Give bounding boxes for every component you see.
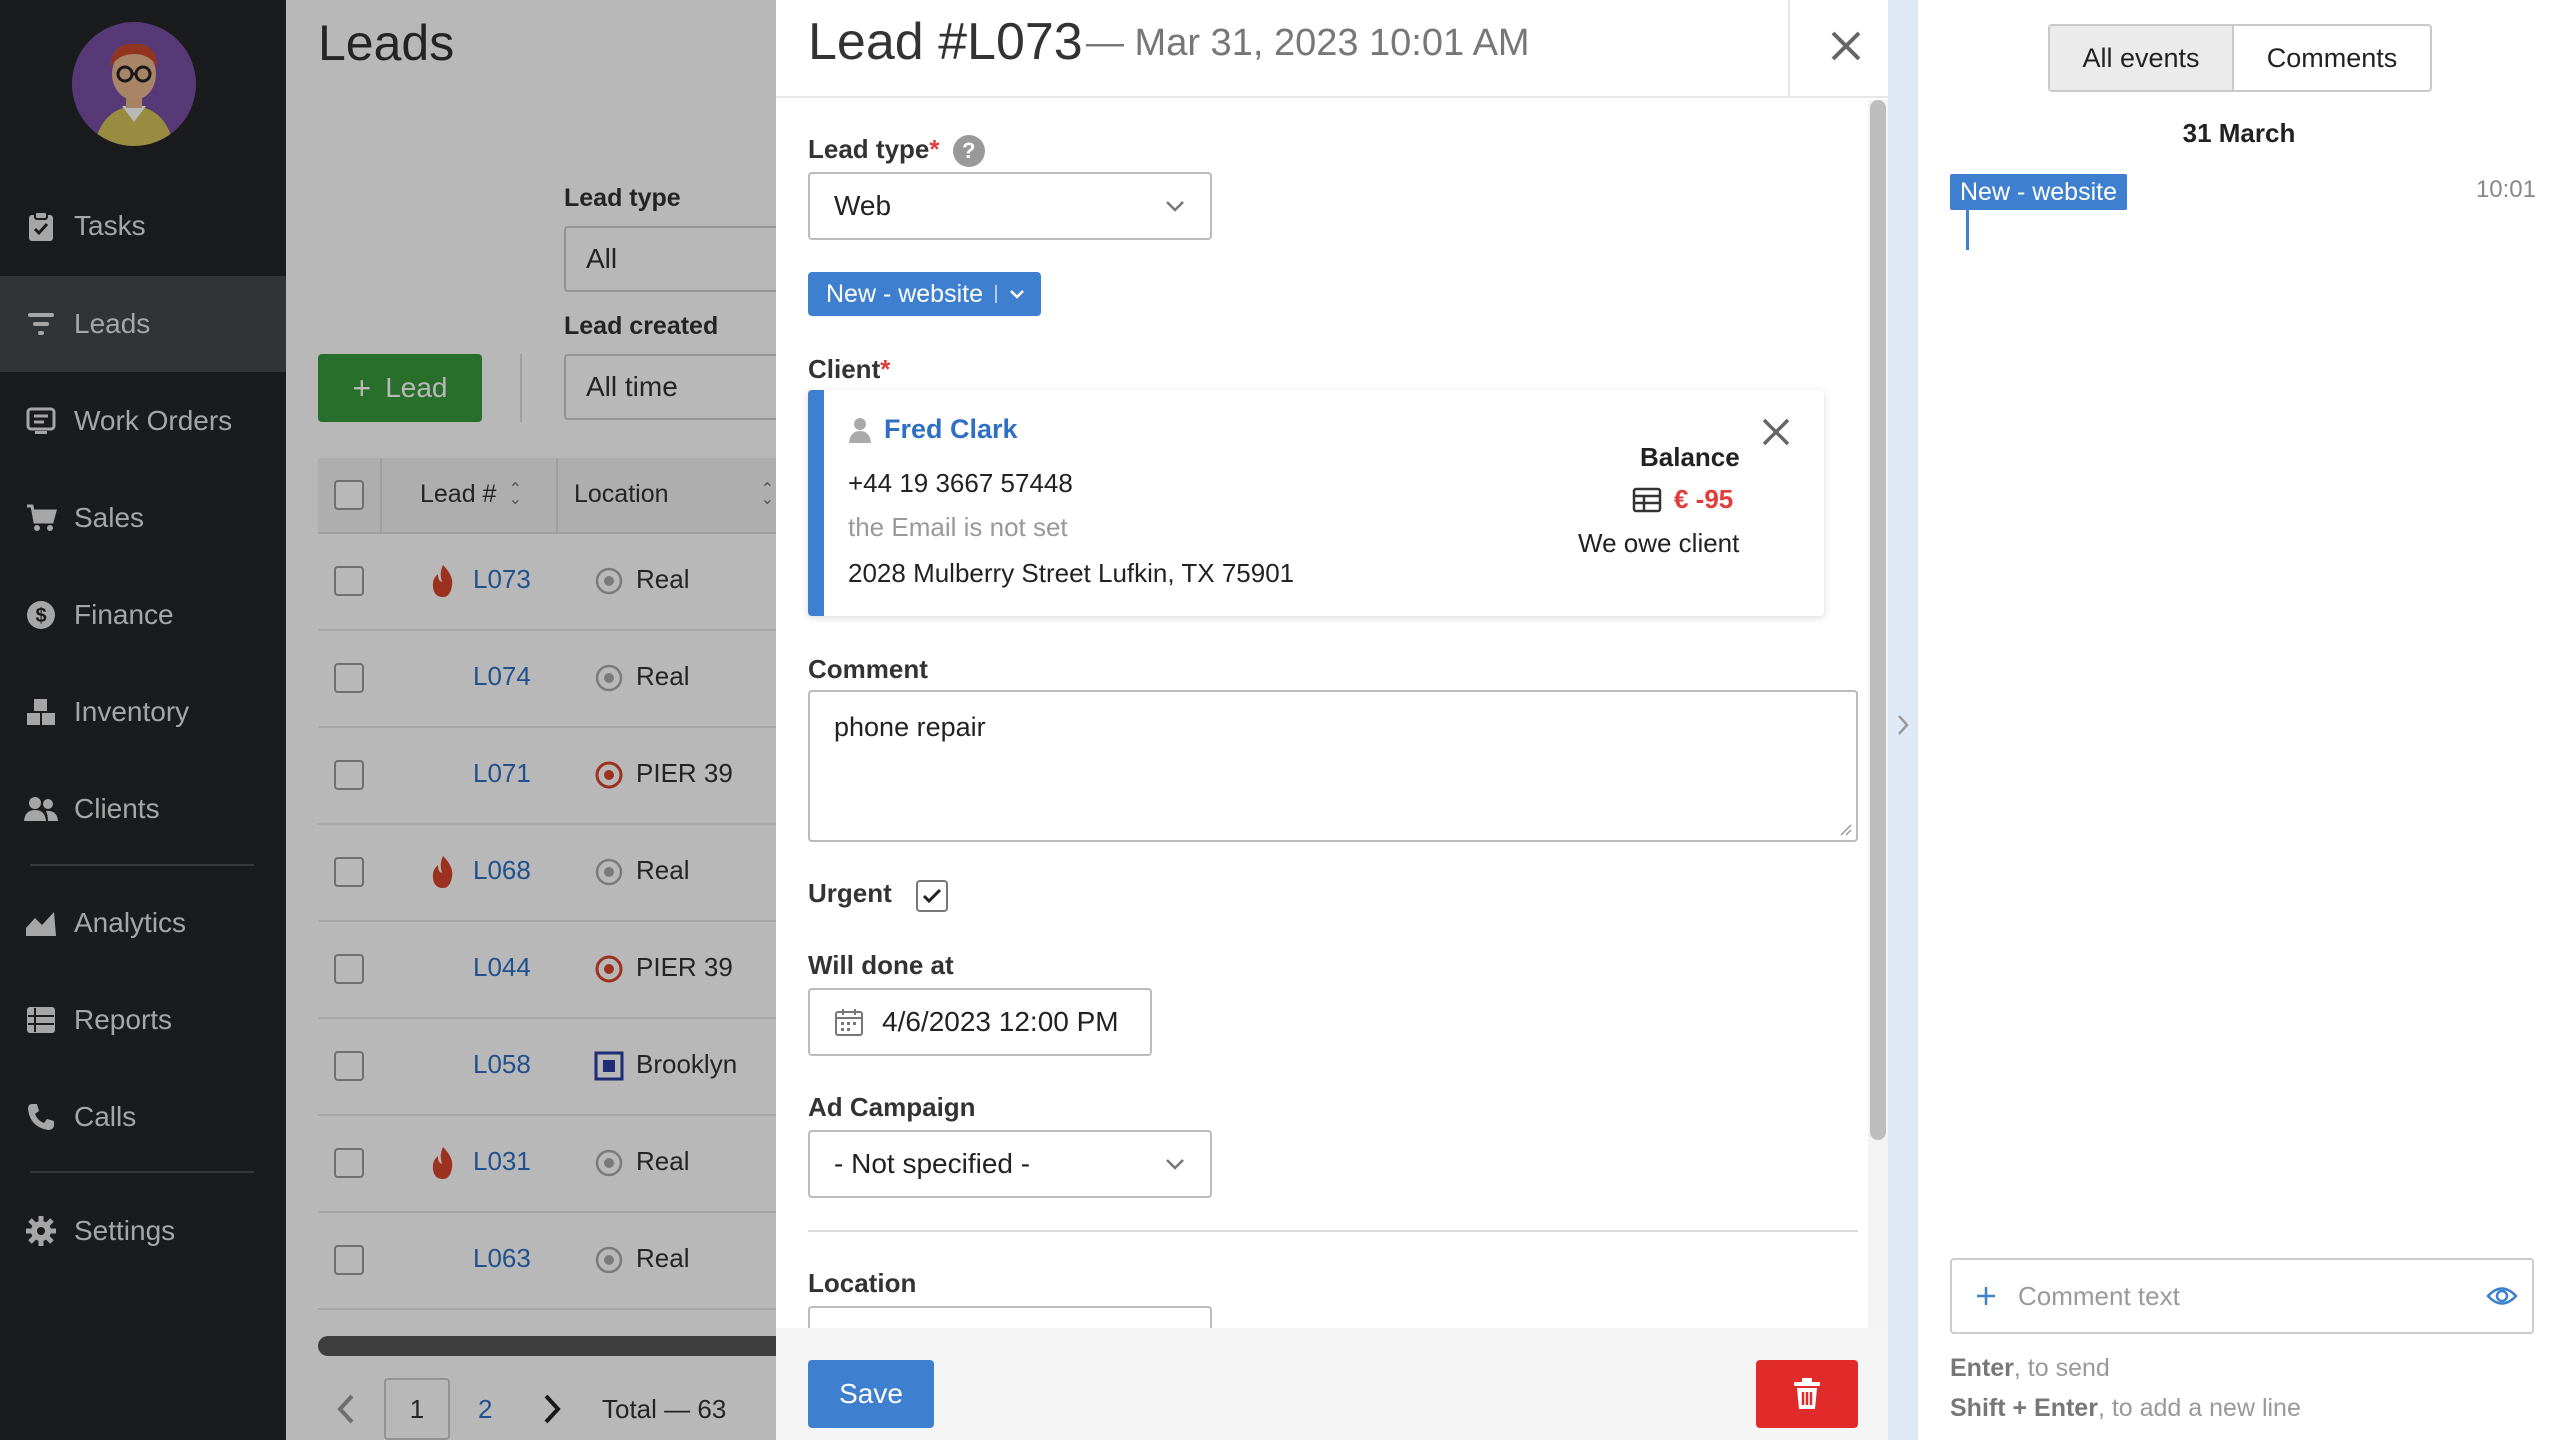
chevron-down-icon <box>1166 1159 1184 1170</box>
trash-icon <box>1794 1378 1820 1409</box>
person-icon <box>849 417 871 443</box>
event-time: 10:01 <box>2475 176 2536 203</box>
comment-input[interactable]: Comment text <box>1950 1258 2534 1334</box>
close-icon <box>1831 31 1861 61</box>
checkmark-icon <box>922 888 942 904</box>
lead-type-select[interactable]: Web <box>808 172 1212 240</box>
modal-subtitle: — Mar 31, 2023 10:01 AM <box>1086 22 1530 64</box>
lead-edit-modal: Lead #L073 — Mar 31, 2023 10:01 AM Lead … <box>776 0 1888 1440</box>
send-hint-text: , to send <box>2013 1354 2110 1382</box>
events-panel: All events Comments 31 March New - websi… <box>1918 0 2560 1440</box>
events-panel-toggle[interactable] <box>1888 0 1918 1440</box>
lead-type-label-text: Lead type <box>808 134 930 164</box>
balance-value: € -95 <box>1632 484 1733 515</box>
newline-hint-key: Shift + Enter <box>1950 1394 2098 1422</box>
newline-hint-text: , to add a new line <box>2097 1394 2301 1422</box>
chevron-right-icon <box>1898 715 1909 735</box>
event-status-badge: New - website <box>1950 174 2127 210</box>
lead-type-value: Web <box>834 190 892 221</box>
tab-comments[interactable]: Comments <box>2234 26 2430 90</box>
modal-footer: Save <box>776 1328 1888 1440</box>
will-done-label: Will done at <box>808 950 954 980</box>
plus-icon[interactable] <box>1958 1284 2014 1308</box>
event-timeline-line <box>1966 210 1969 250</box>
modal-header: Lead #L073 — Mar 31, 2023 10:01 AM <box>776 0 1888 98</box>
comment-label: Comment <box>808 654 928 684</box>
save-button[interactable]: Save <box>808 1360 934 1428</box>
urgent-label: Urgent <box>808 878 892 908</box>
required-marker: * <box>929 134 940 164</box>
comment-textarea[interactable]: phone repair <box>808 690 1858 842</box>
send-hint: Enter, to send <box>1950 1354 2110 1383</box>
tab-all-events[interactable]: All events <box>2050 26 2234 90</box>
save-button-label: Save <box>839 1378 903 1409</box>
client-card: Fred Clark +44 19 3667 57448 the Email i… <box>808 390 1824 616</box>
eye-icon[interactable] <box>2472 1285 2532 1307</box>
send-hint-key: Enter <box>1950 1354 2014 1382</box>
resize-handle-icon[interactable] <box>1838 822 1852 836</box>
lead-status-label: New - website <box>826 279 983 308</box>
delete-button[interactable] <box>1756 1360 1858 1428</box>
lead-type-label: Lead type* ? <box>808 134 985 168</box>
section-divider <box>808 1230 1858 1232</box>
modal-title: Lead #L073 <box>808 13 1083 71</box>
lead-status-dropdown[interactable]: New - website <box>808 272 1041 316</box>
close-icon <box>1762 418 1790 446</box>
help-icon-glyph: ? <box>962 138 976 164</box>
balance-amount: € -95 <box>1674 484 1734 514</box>
location-select[interactable] <box>808 1306 1212 1328</box>
calendar-icon <box>835 1009 863 1036</box>
newline-hint: Shift + Enter, to add a new line <box>1950 1394 2301 1423</box>
status-divider <box>995 285 997 303</box>
chevron-down-icon <box>1166 201 1184 212</box>
balance-label: Balance <box>1640 442 1740 472</box>
ad-campaign-value: - Not specified - <box>834 1148 1031 1179</box>
chevron-down-icon <box>1010 290 1024 299</box>
client-address: 2028 Mulberry Street Lufkin, TX 75901 <box>848 558 1295 588</box>
client-name-link[interactable]: Fred Clark <box>848 414 1018 445</box>
comment-input-placeholder: Comment text <box>2018 1280 2180 1311</box>
comment-text: phone repair <box>834 712 986 742</box>
urgent-checkbox[interactable] <box>916 880 948 912</box>
tab-label: Comments <box>2266 42 2398 73</box>
tab-label: All events <box>2082 42 2200 73</box>
will-done-value: 4/6/2023 12:00 PM <box>882 1006 1119 1037</box>
client-label: Client* <box>808 354 890 385</box>
client-name: Fred Clark <box>884 414 1018 444</box>
client-email: the Email is not set <box>848 512 1068 542</box>
balance-note: We owe client <box>1578 528 1740 558</box>
close-modal-button[interactable] <box>1818 18 1874 74</box>
remove-client-button[interactable] <box>1758 414 1794 450</box>
will-done-datetime-input[interactable]: 4/6/2023 12:00 PM <box>808 988 1152 1056</box>
ad-campaign-label: Ad Campaign <box>808 1092 976 1122</box>
modal-scrollbar-thumb[interactable] <box>1870 100 1886 1140</box>
client-phone: +44 19 3667 57448 <box>848 468 1073 498</box>
location-label: Location <box>808 1268 917 1298</box>
required-marker: * <box>880 354 891 384</box>
help-icon[interactable]: ? <box>952 135 985 168</box>
events-date-heading: 31 March <box>2182 118 2296 148</box>
client-label-text: Client <box>808 354 881 384</box>
cash-register-icon <box>1632 487 1662 512</box>
ad-campaign-select[interactable]: - Not specified - <box>808 1130 1212 1198</box>
header-divider <box>1788 0 1790 98</box>
events-tabs: All events Comments <box>2048 24 2432 92</box>
